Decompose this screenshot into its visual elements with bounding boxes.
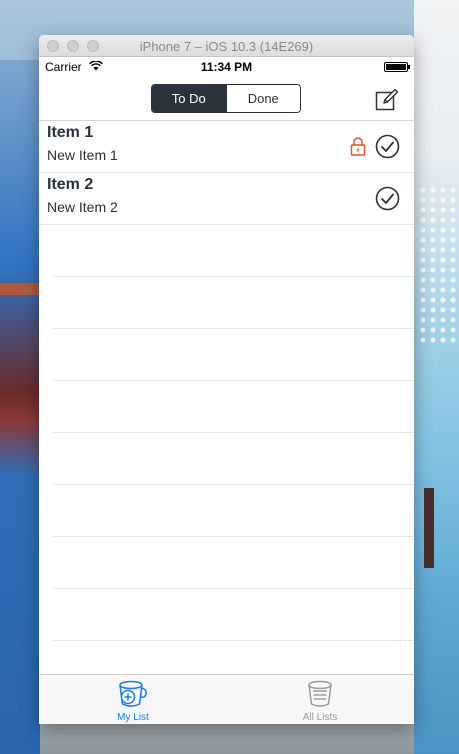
window-titlebar[interactable]: iPhone 7 – iOS 10.3 (14E269): [39, 35, 414, 57]
empty-row: [53, 277, 414, 329]
empty-row: [53, 225, 414, 277]
checkmark-circle-icon[interactable]: [375, 134, 400, 159]
checkmark-circle-icon[interactable]: [375, 186, 400, 211]
item-title: Item 1: [47, 124, 94, 141]
list-item[interactable]: Item 2 New Item 2: [39, 173, 414, 225]
background-street: [40, 724, 414, 754]
empty-row: [53, 433, 414, 485]
background-roof: [0, 283, 40, 295]
window-title: iPhone 7 – iOS 10.3 (14E269): [139, 39, 314, 54]
battery-icon: [384, 62, 410, 72]
tab-all-lists[interactable]: All Lists: [265, 675, 375, 724]
lock-icon: [350, 137, 366, 156]
compose-icon[interactable]: [375, 88, 399, 112]
background-door: [424, 488, 434, 568]
item-title: Item 2: [47, 176, 94, 193]
background-tile-pattern: [418, 185, 459, 345]
empty-row: [53, 485, 414, 537]
navigation-bar: To Do Done: [39, 77, 414, 121]
item-subtitle: New Item 2: [47, 199, 118, 215]
empty-row: [53, 381, 414, 433]
all-lists-icon: [308, 680, 332, 707]
empty-row: [53, 589, 414, 641]
list-item[interactable]: Item 1 New Item 1: [39, 121, 414, 173]
todo-list: Item 1 New Item 1 Item 2 New Item 2: [39, 121, 414, 674]
segment-to-do[interactable]: To Do: [152, 85, 226, 112]
background-building-left: [0, 60, 40, 754]
tab-bar: My List All Lists: [39, 674, 414, 724]
segment-done[interactable]: Done: [225, 85, 300, 112]
tab-label: My List: [117, 712, 149, 723]
status-bar: Carrier 11:34 PM: [39, 57, 414, 77]
my-list-icon: [119, 680, 147, 707]
empty-row: [53, 329, 414, 381]
status-segmented-control[interactable]: To Do Done: [151, 84, 301, 113]
item-subtitle: New Item 1: [47, 147, 118, 163]
status-time: 11:34 PM: [200, 60, 253, 74]
background-building-right: [414, 0, 459, 754]
simulator-window: iPhone 7 – iOS 10.3 (14E269) Carrier 11:…: [39, 35, 414, 724]
empty-row: [53, 537, 414, 589]
tab-label: All Lists: [302, 712, 338, 723]
tab-my-list[interactable]: My List: [78, 675, 188, 724]
